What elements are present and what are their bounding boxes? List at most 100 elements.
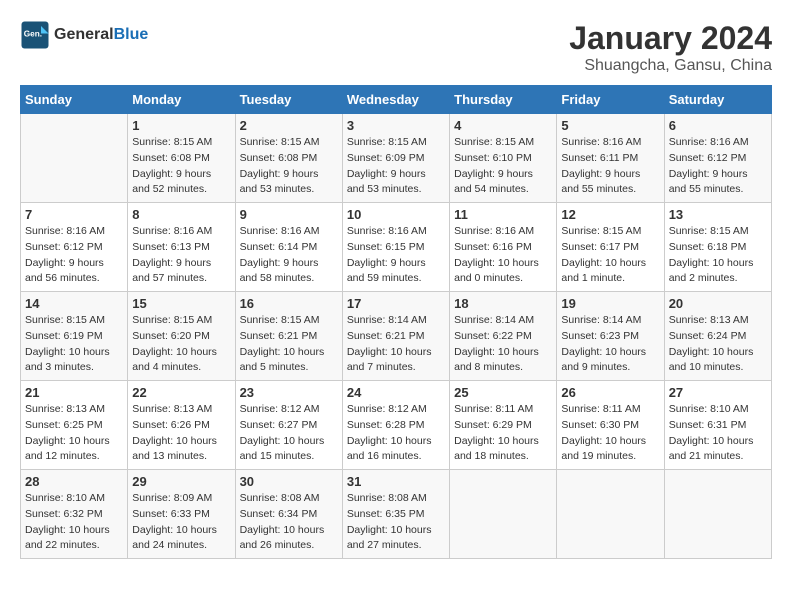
- weekday-header-sunday: Sunday: [21, 86, 128, 114]
- calendar-week-1: 1 Sunrise: 8:15 AMSunset: 6:08 PMDaylight…: [21, 114, 772, 203]
- day-number: 12: [561, 207, 659, 222]
- day-number: 28: [25, 474, 123, 489]
- day-number: 8: [132, 207, 230, 222]
- day-info: Sunrise: 8:08 AMSunset: 6:34 PMDaylight:…: [240, 491, 338, 554]
- weekday-header-monday: Monday: [128, 86, 235, 114]
- day-number: 23: [240, 385, 338, 400]
- day-number: 22: [132, 385, 230, 400]
- calendar-week-3: 14Sunrise: 8:15 AMSunset: 6:19 PMDayligh…: [21, 292, 772, 381]
- calendar-day: 16 Sunrise: 8:15 AMSunset: 6:21 PMDayligh…: [235, 292, 342, 381]
- calendar-day: 31 Sunrise: 8:08 AMSunset: 6:35 PMDayligh…: [342, 470, 449, 559]
- day-info: Sunrise: 8:15 AMSunset: 6:17 PMDaylight:…: [561, 224, 659, 287]
- calendar-day: 6Sunrise: 8:16 AMSunset: 6:12 PMDaylight…: [664, 114, 771, 203]
- day-number: 10: [347, 207, 445, 222]
- day-number: 3: [347, 118, 445, 133]
- day-number: 27: [669, 385, 767, 400]
- title-area: January 2024 Shuangcha, Gansu, China: [569, 20, 772, 75]
- calendar-day: 18 Sunrise: 8:14 AMSunset: 6:22 PMDayligh…: [450, 292, 557, 381]
- day-number: 15: [132, 296, 230, 311]
- day-info: Sunrise: 8:15 AMSunset: 6:10 PMDaylight:…: [454, 135, 552, 198]
- day-number: 13: [669, 207, 767, 222]
- day-number: 14: [25, 296, 123, 311]
- day-info: Sunrise: 8:16 AMSunset: 6:16 PMDaylight:…: [454, 224, 552, 287]
- weekday-header-wednesday: Wednesday: [342, 86, 449, 114]
- day-info: Sunrise: 8:08 AMSunset: 6:35 PMDaylight:…: [347, 491, 445, 554]
- day-info: Sunrise: 8:15 AMSunset: 6:21 PMDaylight:…: [240, 313, 338, 376]
- calendar-day: 12 Sunrise: 8:15 AMSunset: 6:17 PMDayligh…: [557, 203, 664, 292]
- day-number: 26: [561, 385, 659, 400]
- calendar-day: 3 Sunrise: 8:15 AMSunset: 6:09 PMDaylight…: [342, 114, 449, 203]
- logo-general-text: General: [54, 26, 114, 44]
- day-info: Sunrise: 8:15 AMSunset: 6:09 PMDaylight:…: [347, 135, 445, 198]
- day-number: 30: [240, 474, 338, 489]
- calendar-day: 14Sunrise: 8:15 AMSunset: 6:19 PMDayligh…: [21, 292, 128, 381]
- calendar-day: 1Sunrise: 8:15 AMSunset: 6:08 PMDaylight…: [128, 114, 235, 203]
- day-number: 4: [454, 118, 552, 133]
- calendar-day: 21 Sunrise: 8:13 AMSunset: 6:25 PMDayligh…: [21, 381, 128, 470]
- day-number: 1: [132, 118, 230, 133]
- calendar-day: [664, 470, 771, 559]
- day-number: 17: [347, 296, 445, 311]
- calendar-day: 11 Sunrise: 8:16 AMSunset: 6:16 PMDayligh…: [450, 203, 557, 292]
- day-info: Sunrise: 8:12 AMSunset: 6:27 PMDaylight:…: [240, 402, 338, 465]
- calendar-day: 29 Sunrise: 8:09 AMSunset: 6:33 PMDayligh…: [128, 470, 235, 559]
- day-info: Sunrise: 8:15 AMSunset: 6:18 PMDaylight:…: [669, 224, 767, 287]
- day-info: Sunrise: 8:10 AMSunset: 6:32 PMDaylight:…: [25, 491, 123, 554]
- day-number: 31: [347, 474, 445, 489]
- day-info: Sunrise: 8:13 AMSunset: 6:25 PMDaylight:…: [25, 402, 123, 465]
- calendar-header: SundayMondayTuesdayWednesdayThursdayFrid…: [21, 86, 772, 114]
- day-info: Sunrise: 8:16 AMSunset: 6:12 PMDaylight:…: [25, 224, 123, 287]
- day-number: 24: [347, 385, 445, 400]
- calendar-day: 17 Sunrise: 8:14 AMSunset: 6:21 PMDayligh…: [342, 292, 449, 381]
- weekday-header-thursday: Thursday: [450, 86, 557, 114]
- day-info: Sunrise: 8:15 AMSunset: 6:08 PMDaylight:…: [240, 135, 338, 198]
- calendar-day: 7 Sunrise: 8:16 AMSunset: 6:12 PMDaylight…: [21, 203, 128, 292]
- day-info: Sunrise: 8:16 AMSunset: 6:13 PMDaylight:…: [132, 224, 230, 287]
- day-number: 20: [669, 296, 767, 311]
- day-number: 11: [454, 207, 552, 222]
- day-info: Sunrise: 8:14 AMSunset: 6:22 PMDaylight:…: [454, 313, 552, 376]
- calendar-day: 23 Sunrise: 8:12 AMSunset: 6:27 PMDayligh…: [235, 381, 342, 470]
- weekday-header-saturday: Saturday: [664, 86, 771, 114]
- day-info: Sunrise: 8:09 AMSunset: 6:33 PMDaylight:…: [132, 491, 230, 554]
- logo-icon: Gen.: [20, 20, 50, 50]
- calendar-day: 26 Sunrise: 8:11 AMSunset: 6:30 PMDayligh…: [557, 381, 664, 470]
- day-number: 18: [454, 296, 552, 311]
- day-info: Sunrise: 8:16 AMSunset: 6:14 PMDaylight:…: [240, 224, 338, 287]
- day-number: 29: [132, 474, 230, 489]
- calendar-day: 24Sunrise: 8:12 AMSunset: 6:28 PMDayligh…: [342, 381, 449, 470]
- calendar-day: 8 Sunrise: 8:16 AMSunset: 6:13 PMDaylight…: [128, 203, 235, 292]
- calendar-day: 19Sunrise: 8:14 AMSunset: 6:23 PMDayligh…: [557, 292, 664, 381]
- day-info: Sunrise: 8:16 AMSunset: 6:11 PMDaylight:…: [561, 135, 659, 198]
- day-info: Sunrise: 8:14 AMSunset: 6:21 PMDaylight:…: [347, 313, 445, 376]
- calendar-week-4: 21 Sunrise: 8:13 AMSunset: 6:25 PMDayligh…: [21, 381, 772, 470]
- calendar-day: 22Sunrise: 8:13 AMSunset: 6:26 PMDayligh…: [128, 381, 235, 470]
- day-info: Sunrise: 8:11 AMSunset: 6:29 PMDaylight:…: [454, 402, 552, 465]
- calendar-table: SundayMondayTuesdayWednesdayThursdayFrid…: [20, 85, 772, 559]
- weekday-row: SundayMondayTuesdayWednesdayThursdayFrid…: [21, 86, 772, 114]
- calendar-day: [450, 470, 557, 559]
- calendar-day: 5Sunrise: 8:16 AMSunset: 6:11 PMDaylight…: [557, 114, 664, 203]
- logo-blue-text: Blue: [114, 26, 149, 44]
- day-number: 7: [25, 207, 123, 222]
- calendar-day: 20 Sunrise: 8:13 AMSunset: 6:24 PMDayligh…: [664, 292, 771, 381]
- day-info: Sunrise: 8:13 AMSunset: 6:24 PMDaylight:…: [669, 313, 767, 376]
- calendar-day: 30 Sunrise: 8:08 AMSunset: 6:34 PMDayligh…: [235, 470, 342, 559]
- calendar-week-5: 28 Sunrise: 8:10 AMSunset: 6:32 PMDayligh…: [21, 470, 772, 559]
- calendar-day: 25Sunrise: 8:11 AMSunset: 6:29 PMDayligh…: [450, 381, 557, 470]
- page-title: January 2024: [569, 20, 772, 57]
- calendar-day: 27 Sunrise: 8:10 AMSunset: 6:31 PMDayligh…: [664, 381, 771, 470]
- calendar-day: 2Sunrise: 8:15 AMSunset: 6:08 PMDaylight…: [235, 114, 342, 203]
- page-subtitle: Shuangcha, Gansu, China: [569, 57, 772, 75]
- day-number: 16: [240, 296, 338, 311]
- day-info: Sunrise: 8:16 AMSunset: 6:12 PMDaylight:…: [669, 135, 767, 198]
- svg-text:Gen.: Gen.: [24, 30, 42, 39]
- day-number: 19: [561, 296, 659, 311]
- day-number: 9: [240, 207, 338, 222]
- day-info: Sunrise: 8:10 AMSunset: 6:31 PMDaylight:…: [669, 402, 767, 465]
- calendar-body: 1 Sunrise: 8:15 AMSunset: 6:08 PMDaylight…: [21, 114, 772, 559]
- calendar-day: 9 Sunrise: 8:16 AMSunset: 6:14 PMDaylight…: [235, 203, 342, 292]
- day-number: 21: [25, 385, 123, 400]
- day-info: Sunrise: 8:16 AMSunset: 6:15 PMDaylight:…: [347, 224, 445, 287]
- day-info: Sunrise: 8:11 AMSunset: 6:30 PMDaylight:…: [561, 402, 659, 465]
